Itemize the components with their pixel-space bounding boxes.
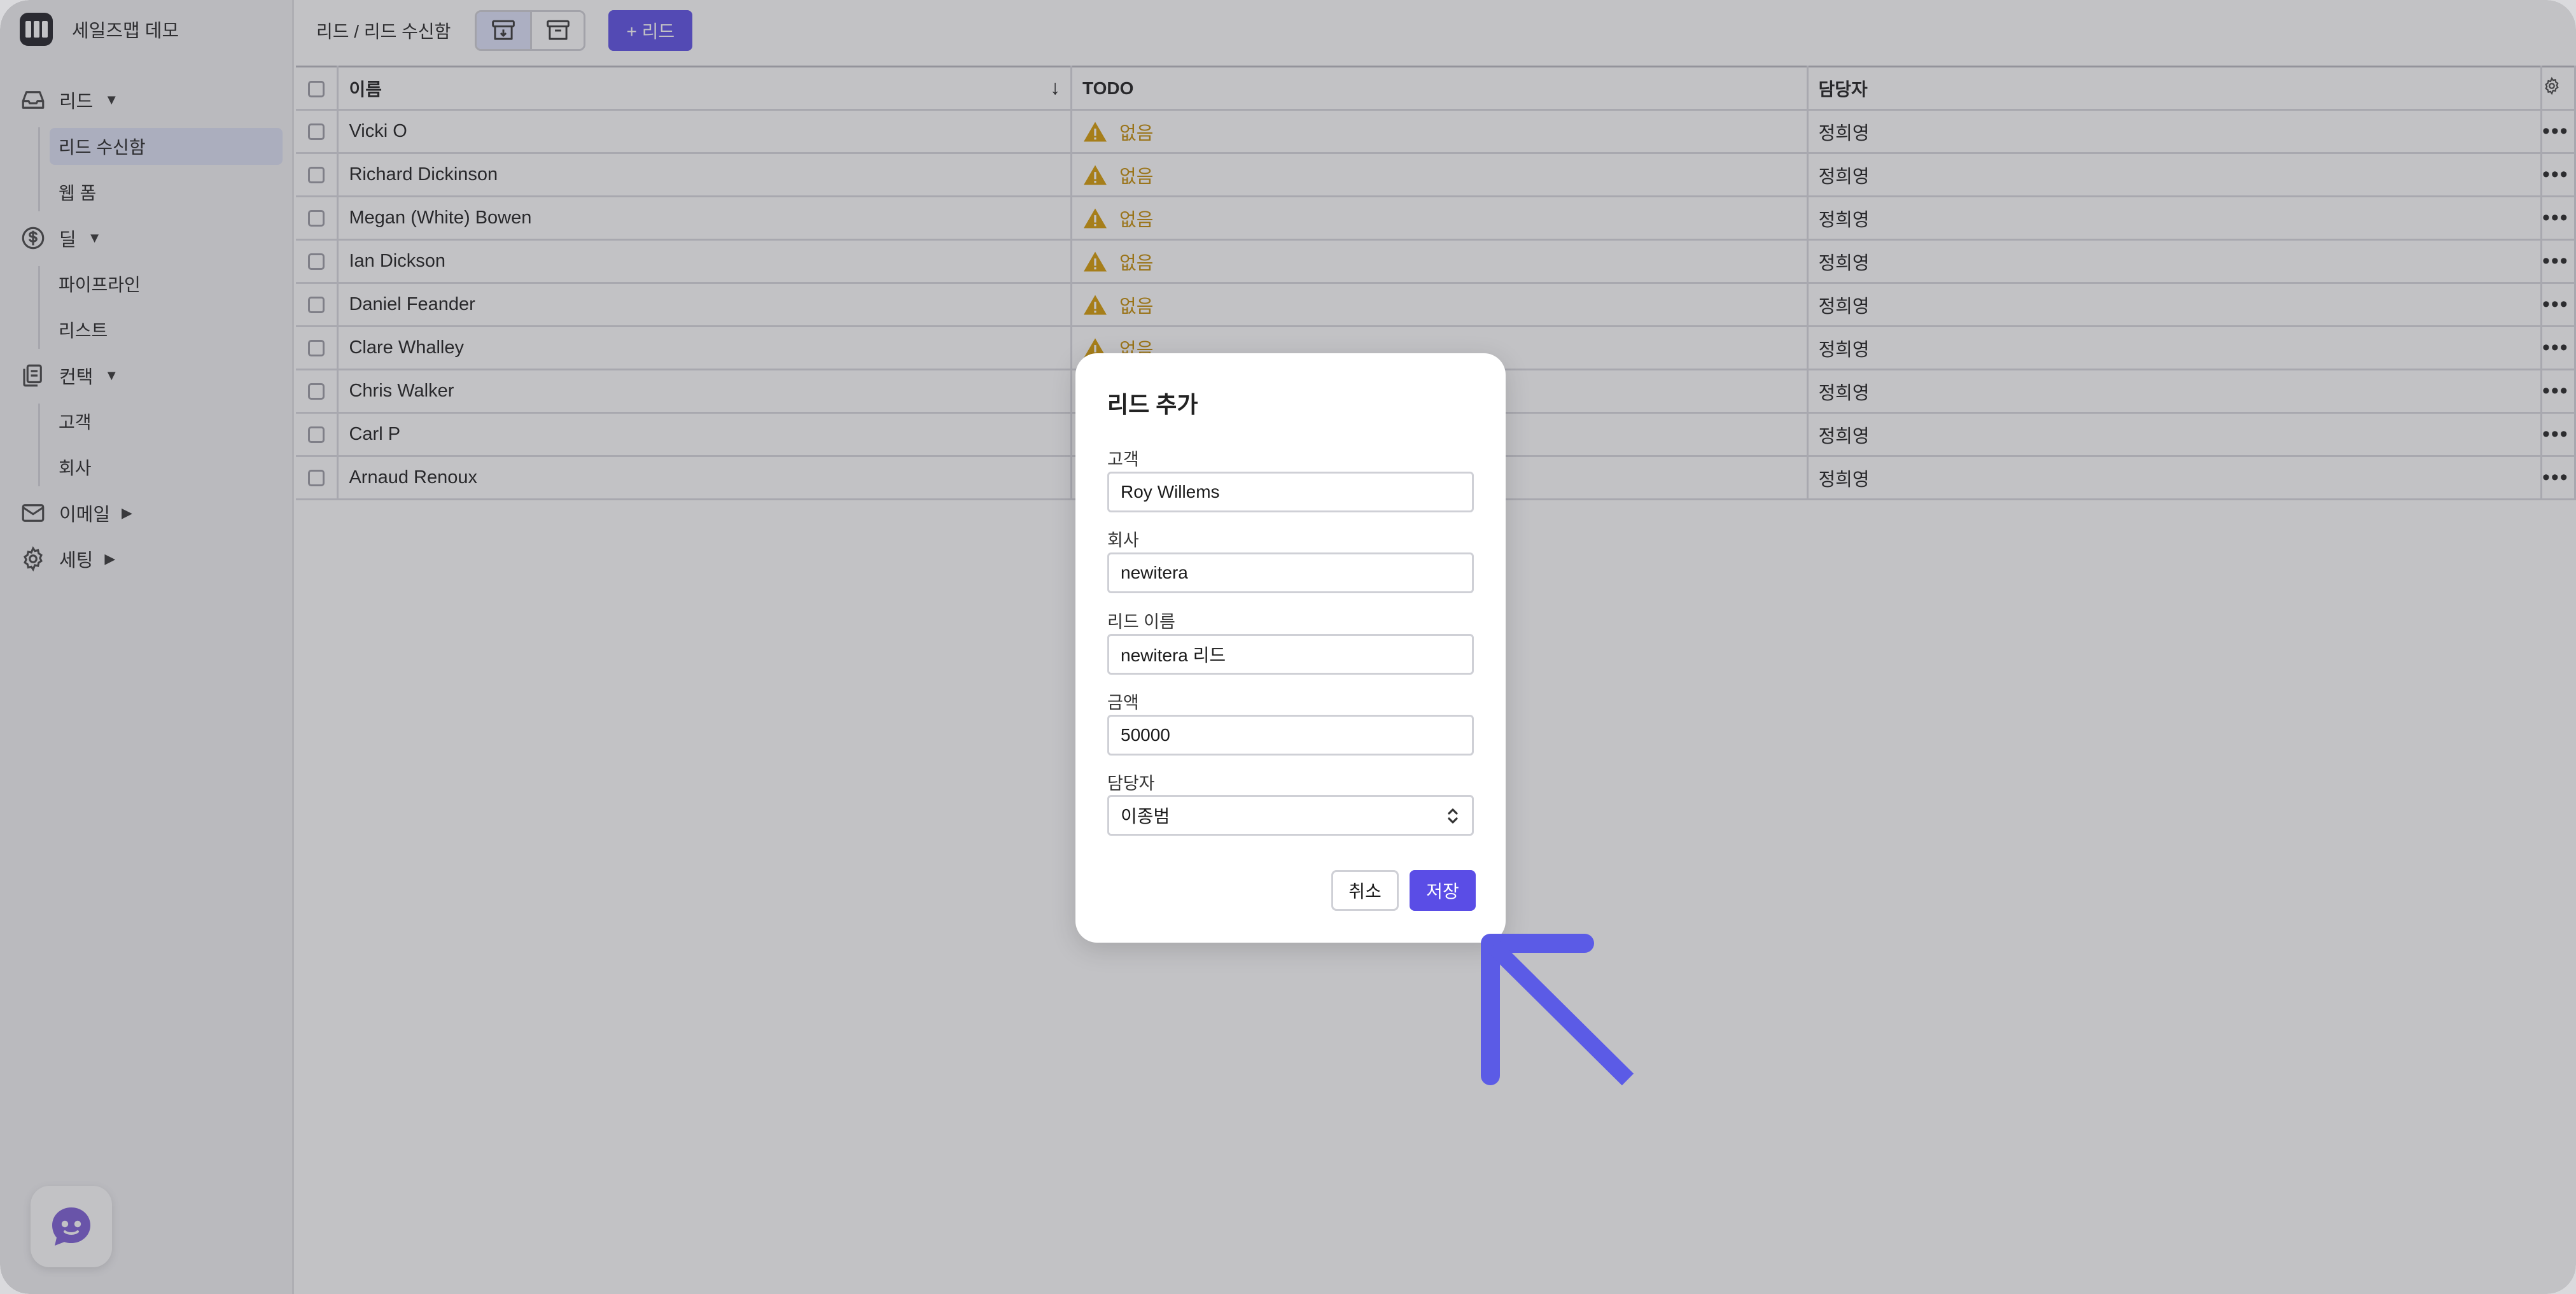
lead-name-label: 리드 이름 <box>1107 612 1175 631</box>
dialog-title: 리드 추가 <box>1107 391 1198 418</box>
customer-label: 고객 <box>1107 450 1139 469</box>
chevron-up-down-icon <box>1448 808 1458 824</box>
amount-value: 50000 <box>1121 725 1170 745</box>
app-window: 세일즈맵 데모 리드 ▼ 리드 수신함 웹 폼 딜 ▼ 파이프라인 리스트 컨택… <box>0 0 2576 1294</box>
owner-select[interactable]: 이종범 <box>1107 795 1474 836</box>
pointer-arrow-icon <box>1481 934 1634 1086</box>
owner-label: 담당자 <box>1107 774 1155 793</box>
cancel-button[interactable]: 취소 <box>1331 870 1399 911</box>
save-button[interactable]: 저장 <box>1410 870 1476 911</box>
lead-name-field[interactable]: newitera 리드 <box>1107 634 1474 675</box>
amount-field[interactable]: 50000 <box>1107 715 1474 756</box>
add-lead-dialog: 리드 추가 고객 Roy Willems 회사 newitera 리드 이름 n… <box>1075 353 1506 943</box>
lead-name-value: newitera 리드 <box>1121 645 1226 665</box>
company-label: 회사 <box>1107 531 1139 550</box>
company-field[interactable]: newitera <box>1107 552 1474 593</box>
owner-value: 이종범 <box>1121 806 1170 826</box>
customer-value: Roy Willems <box>1121 482 1220 502</box>
customer-field[interactable]: Roy Willems <box>1107 472 1474 512</box>
company-value: newitera <box>1121 563 1188 582</box>
amount-label: 금액 <box>1107 693 1139 712</box>
